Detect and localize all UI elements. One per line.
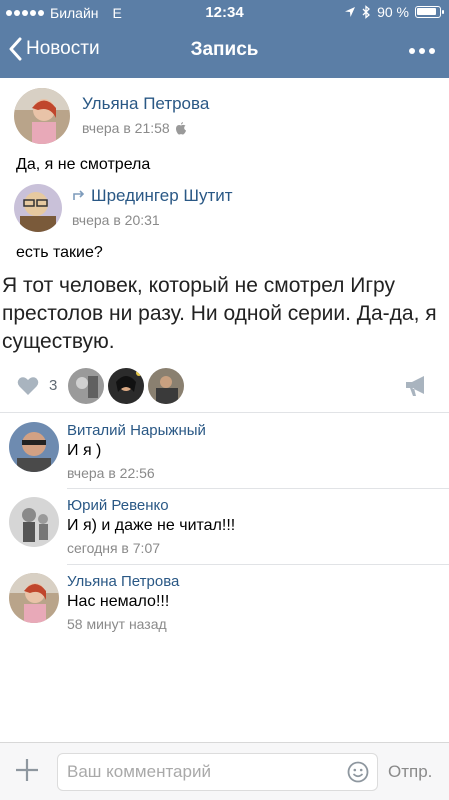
- comment-composer: Отпр.: [0, 742, 449, 800]
- page-title: Запись: [190, 39, 259, 60]
- battery-icon: [415, 6, 444, 18]
- plus-icon[interactable]: [14, 757, 40, 783]
- repost-icon: [73, 190, 85, 200]
- repost-author-avatar[interactable]: [14, 184, 62, 232]
- comment-input[interactable]: [58, 754, 338, 790]
- navigation-bar: Новости Запись: [0, 26, 449, 78]
- liker-avatar[interactable]: [108, 368, 144, 404]
- repost-author-name[interactable]: Шредингер Шутит: [91, 186, 233, 206]
- send-button[interactable]: Отпр.: [388, 762, 432, 782]
- author-avatar[interactable]: [14, 88, 70, 144]
- battery-percent: 90 %: [377, 4, 409, 20]
- comment-text: И я ): [67, 442, 102, 459]
- apple-icon: [175, 122, 186, 135]
- comment-time[interactable]: вчера в 22:56: [67, 465, 155, 481]
- likes-bar: 3: [0, 366, 449, 406]
- location-icon: [345, 7, 356, 17]
- status-bar: Билайн E 12:34 90 %: [0, 0, 449, 26]
- comment-text: И я) и даже не читал!!!: [67, 517, 236, 534]
- divider: [67, 488, 449, 489]
- comment-author-name[interactable]: Ульяна Петрова: [67, 573, 179, 590]
- comment-author-avatar[interactable]: [9, 497, 59, 547]
- repost-time[interactable]: вчера в 20:31: [72, 212, 160, 228]
- comment-input-box: [57, 753, 378, 791]
- comment-time[interactable]: сегодня в 7:07: [67, 540, 160, 556]
- repost-quote: Я тот человек, который не смотрел Игру п…: [2, 274, 437, 353]
- divider: [0, 412, 449, 413]
- repost-text: есть такие?: [16, 244, 103, 261]
- post-time[interactable]: вчера в 21:58: [82, 120, 170, 136]
- comment-author-name[interactable]: Виталий Нарыжный: [67, 422, 206, 439]
- comment-author-name[interactable]: Юрий Ревенко: [67, 497, 169, 514]
- megaphone-icon[interactable]: [404, 375, 428, 397]
- divider: [67, 564, 449, 565]
- heart-icon[interactable]: [17, 376, 39, 396]
- likes-count[interactable]: 3: [49, 377, 57, 394]
- post-text: Да, я не смотрела: [16, 156, 151, 173]
- comment-time[interactable]: 58 минут назад: [67, 616, 167, 632]
- comment-author-avatar[interactable]: [9, 573, 59, 623]
- comment-text: Нас немало!!!: [67, 593, 170, 610]
- comment-author-avatar[interactable]: [9, 422, 59, 472]
- liker-avatar[interactable]: [68, 368, 104, 404]
- top-bar: Билайн E 12:34 90 % Новости Запись: [0, 0, 449, 78]
- liker-avatar[interactable]: [148, 368, 184, 404]
- bluetooth-icon: [362, 5, 371, 19]
- more-options-button[interactable]: [409, 48, 435, 54]
- author-name[interactable]: Ульяна Петрова: [82, 94, 209, 114]
- smiley-icon[interactable]: [347, 761, 369, 783]
